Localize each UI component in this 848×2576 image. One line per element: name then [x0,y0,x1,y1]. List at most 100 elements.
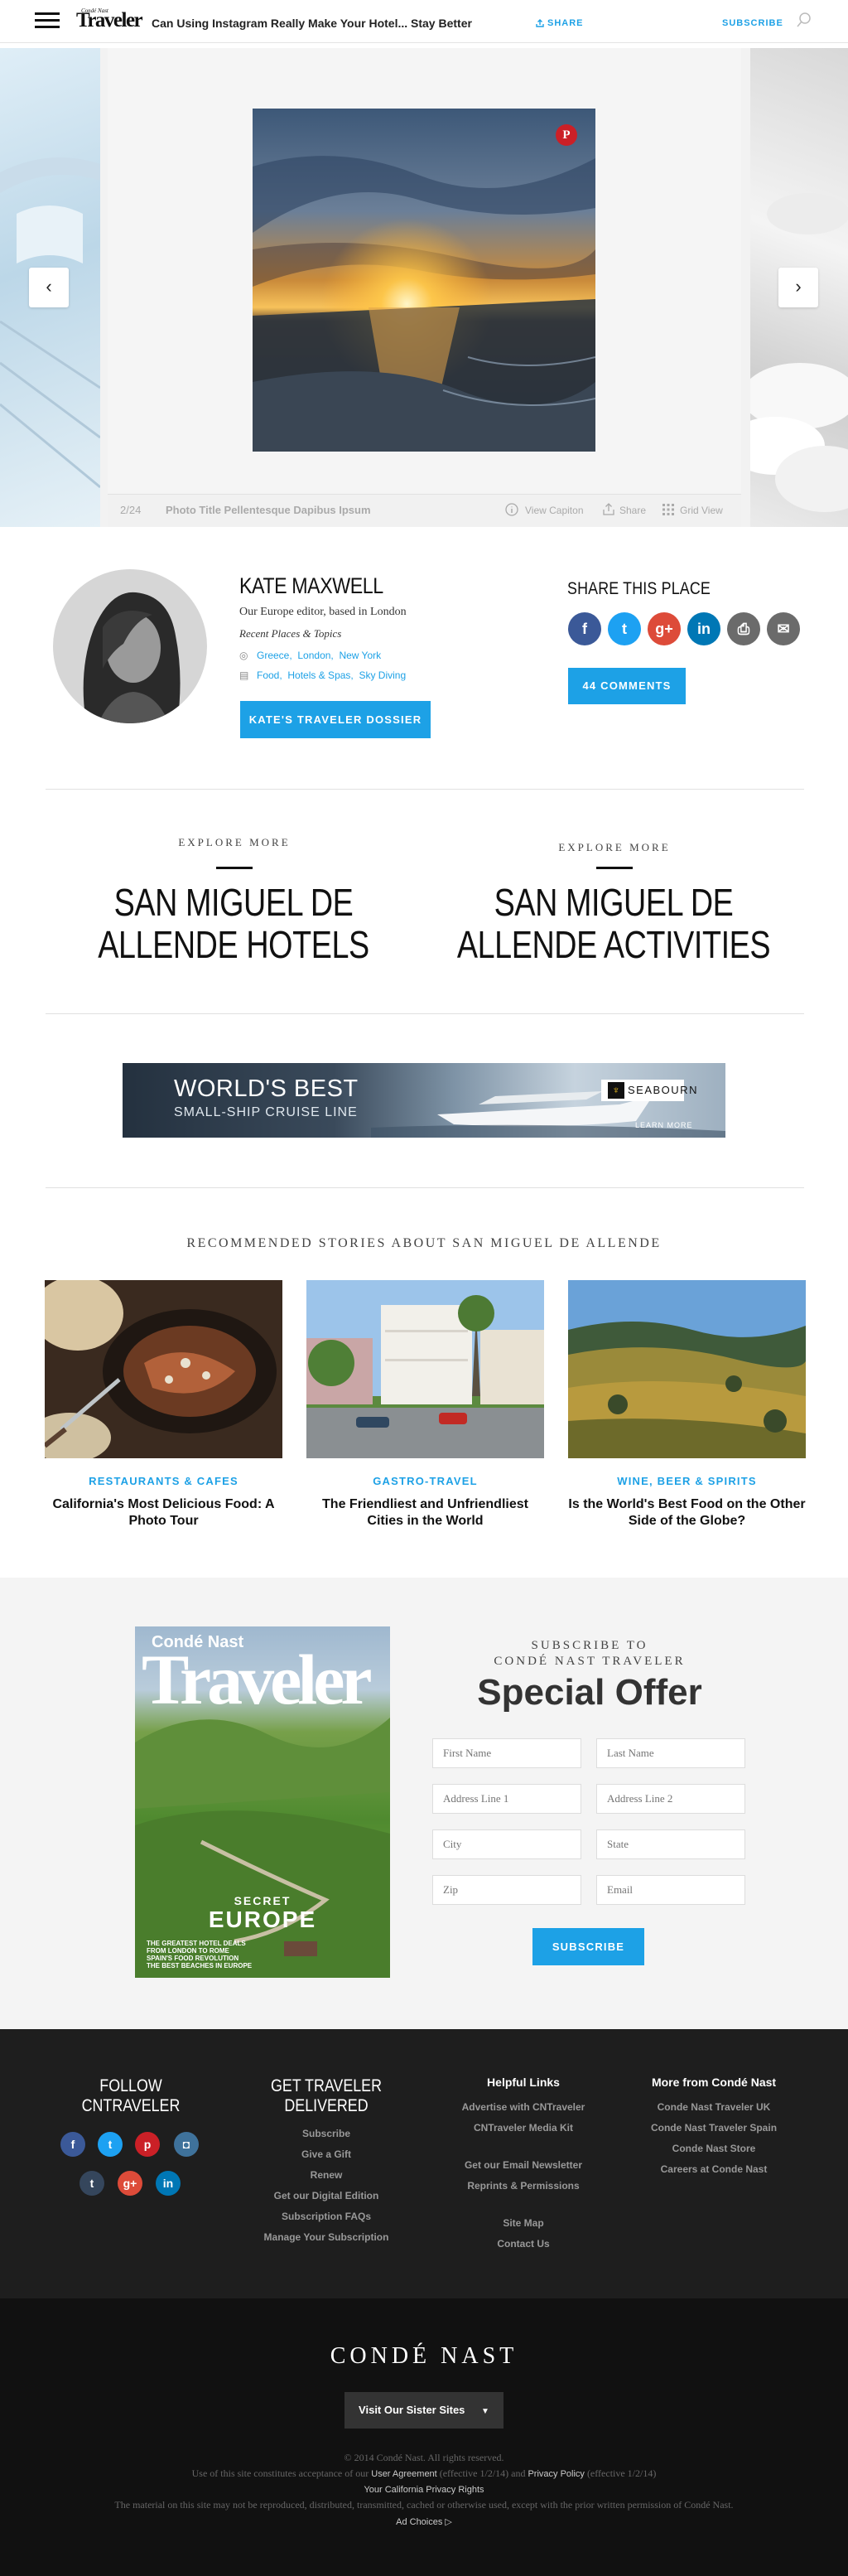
previous-slide-button[interactable]: ‹ [29,268,69,307]
pinterest-pin-button[interactable]: P [556,124,577,146]
user-agreement-link[interactable]: User Agreement [371,2469,436,2479]
cover-blurb: THE GREATEST HOTEL DEALS [147,1940,246,1947]
explore-title-line: ALLENDE HOTELS [98,923,369,966]
footer-link[interactable]: Get our Digital Edition [243,2190,409,2211]
facebook-icon[interactable]: f [568,612,601,645]
footer-link[interactable]: Conde Nast Store [631,2143,797,2163]
share-icon[interactable] [601,502,616,517]
twitter-icon[interactable]: t [98,2132,123,2157]
footer-link[interactable]: Contact Us [441,2238,606,2259]
topic-link[interactable]: Sky Diving [359,669,406,681]
footer-link[interactable]: Reprints & Permissions [441,2180,606,2217]
search-icon[interactable] [796,12,812,28]
last-name-field[interactable] [596,1738,745,1768]
footer-link[interactable]: Subscribe [243,2128,409,2148]
address-line-2-field[interactable] [596,1784,745,1814]
place-link[interactable]: New York [339,650,381,661]
address-line-1-field[interactable] [432,1784,581,1814]
email-icon[interactable]: ✉ [767,612,800,645]
footer-link[interactable]: Conde Nast Traveler UK [631,2101,797,2122]
grid-icon[interactable] [661,502,676,517]
view-caption-link[interactable]: View Capiton [525,505,584,516]
food-photo[interactable] [45,1280,282,1458]
footer-link[interactable]: Renew [243,2169,409,2190]
topic-link[interactable]: Food [257,669,279,681]
linkedin-icon[interactable]: in [687,612,720,645]
footer-link[interactable]: Subscription FAQs [243,2211,409,2231]
state-field[interactable] [596,1829,745,1859]
sunset-beach-photo [253,109,595,452]
comments-button[interactable]: 44 COMMENTS [568,668,686,704]
conde-nast-logo[interactable]: CONDÉ NAST [0,2343,848,2370]
share-link[interactable]: SHARE [535,18,584,28]
ca-privacy-row: Your California Privacy Rights [0,2483,848,2496]
next-slide-button[interactable]: › [778,268,818,307]
footer-link[interactable]: Manage Your Subscription [243,2231,409,2252]
city-field[interactable] [432,1829,581,1859]
cover-blurb: THE BEST BEACHES IN EUROPE [147,1962,253,1969]
google-plus-icon[interactable]: g+ [648,612,681,645]
share-link[interactable]: Share [619,505,646,516]
explore-hotels-link[interactable]: SAN MIGUEL DE ALLENDE HOTELS [43,882,423,966]
legal-footer [0,2298,848,2576]
legal-text: (effective 1/2/14) and [439,2467,526,2479]
sister-sites-dropdown[interactable]: Visit Our Sister Sites ▼ [344,2392,504,2429]
author-avatar[interactable] [53,569,207,723]
zip-field[interactable] [432,1875,581,1905]
author-name[interactable]: KATE MAXWELL [239,573,383,599]
helpful-links: Advertise with CNTraveler CNTraveler Med… [441,2101,606,2259]
footer-link[interactable]: Conde Nast Traveler Spain [631,2122,797,2143]
document-icon: ▤ [239,669,249,681]
print-icon[interactable]: ⎙ [727,612,760,645]
ad-subheadline: SMALL-SHIP CRUISE LINE [174,1105,358,1119]
story-category[interactable]: WINE, BEER & SPIRITS [568,1475,806,1487]
story-category[interactable]: RESTAURANTS & CAFES [45,1475,282,1487]
menu-icon[interactable] [35,12,60,29]
instagram-icon[interactable]: ◘ [174,2132,199,2157]
article-title: Can Using Instagram Really Make Your Hot… [152,17,472,30]
story-title-link[interactable]: The Friendliest and Unfriendliest Cities… [306,1496,544,1530]
info-icon[interactable] [504,502,519,517]
place-link[interactable]: London [297,650,330,661]
footer-link[interactable]: Site Map [441,2217,606,2238]
footer-link[interactable]: Give a Gift [243,2148,409,2169]
explore-rule [216,867,253,869]
linkedin-icon[interactable]: in [156,2171,181,2196]
explore-kicker: EXPLORE MORE [178,836,291,848]
california-privacy-link[interactable]: Your California Privacy Rights [364,2485,484,2495]
ad-learn-more[interactable]: LEARN MORE [635,1121,693,1129]
subscribe-link[interactable]: SUBSCRIBE [722,18,783,28]
privacy-policy-link[interactable]: Privacy Policy [528,2469,584,2479]
divider [46,789,804,790]
reproduction-notice: The material on this site may not be rep… [114,2499,734,2511]
city-street-photo[interactable] [306,1280,544,1458]
pinterest-icon[interactable]: p [135,2132,160,2157]
twitter-icon[interactable]: t [608,612,641,645]
subscribe-kicker-line: CONDÉ NAST TRAVELER [494,1655,686,1668]
google-plus-icon[interactable]: g+ [118,2171,142,2196]
subscribe-button[interactable]: SUBSCRIBE [532,1928,644,1965]
footer-link[interactable]: Get our Email Newsletter [441,2159,606,2180]
email-field[interactable] [596,1875,745,1905]
story-title-link[interactable]: California's Most Delicious Food: A Phot… [45,1496,282,1530]
topic-link[interactable]: Hotels & Spas [287,669,350,681]
grid-view-link[interactable]: Grid View [680,505,723,516]
facebook-icon[interactable]: f [60,2132,85,2157]
first-name-field[interactable] [432,1738,581,1768]
footer-link[interactable]: Advertise with CNTraveler [441,2101,606,2122]
story-category[interactable]: GASTRO-TRAVEL [306,1475,544,1487]
traveler-dossier-button[interactable]: KATE'S TRAVELER DOSSIER [240,701,431,738]
site-logo[interactable]: Condé Nast Traveler [76,7,143,35]
vineyard-landscape-photo[interactable] [568,1280,806,1458]
footer-link[interactable]: Careers at Conde Nast [631,2163,797,2184]
explore-activities-link[interactable]: SAN MIGUEL DE ALLENDE ACTIVITIES [423,882,803,966]
footer-link[interactable]: CNTraveler Media Kit [441,2122,606,2159]
sister-sites-label: Visit Our Sister Sites [359,2404,465,2416]
story-title-link[interactable]: Is the World's Best Food on the Other Si… [568,1496,806,1530]
ad-choices-link[interactable]: Ad Choices ▷ [396,2517,452,2527]
tumblr-icon[interactable]: t [80,2171,104,2196]
magazine-cover[interactable]: Condé Nast Traveler SECRET EUROPE THE GR… [135,1626,390,1978]
place-link[interactable]: Greece [257,650,289,661]
user-agreement-text: Use of this site constitutes acceptance … [0,2467,848,2480]
get-traveler-heading-line: DELIVERED [284,2096,369,2115]
